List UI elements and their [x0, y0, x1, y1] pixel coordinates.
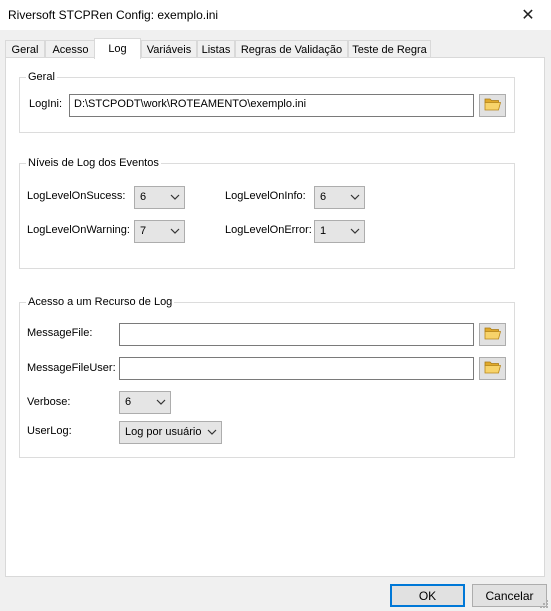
loglevel-onerror-value: 1: [320, 225, 327, 237]
window-title: Riversoft STCPRen Config: exemplo.ini: [8, 8, 219, 22]
loglevel-onsucess-select[interactable]: 6: [134, 186, 185, 209]
logini-browse-button[interactable]: [479, 94, 506, 117]
loglevel-onwarning-value: 7: [140, 225, 147, 237]
tab-geral[interactable]: Geral: [5, 40, 45, 58]
loglevel-onerror-select[interactable]: 1: [314, 220, 365, 243]
messagefile-field[interactable]: [119, 323, 474, 346]
group-geral: Geral LogIni: D:\STCPODT\work\ROTEAMENTO…: [19, 70, 515, 133]
tab-teste-de-regra[interactable]: Teste de Regra: [348, 40, 431, 58]
loglevel-oninfo-select[interactable]: 6: [314, 186, 365, 209]
messagefile-browse-button[interactable]: [479, 323, 506, 346]
group-acesso-recurso-log: Acesso a um Recurso de Log MessageFile: …: [19, 295, 515, 458]
loglevel-onsucess-value: 6: [140, 191, 147, 203]
userlog-value: Log por usuário: [125, 426, 202, 438]
messagefileuser-label: MessageFileUser:: [27, 362, 116, 374]
messagefileuser-field[interactable]: [119, 357, 474, 380]
title-bar: Riversoft STCPRen Config: exemplo.ini ✕: [0, 0, 551, 30]
chevron-down-icon: [350, 194, 360, 200]
chevron-down-icon: [156, 399, 166, 405]
group-acesso-legend: Acesso a um Recurso de Log: [26, 295, 175, 309]
close-button[interactable]: ✕: [505, 0, 551, 30]
chevron-down-icon: [207, 429, 217, 435]
tab-acesso[interactable]: Acesso: [45, 40, 96, 58]
chevron-down-icon: [170, 194, 180, 200]
tab-listas[interactable]: Listas: [197, 40, 235, 58]
verbose-value: 6: [125, 396, 132, 408]
verbose-select[interactable]: 6: [119, 391, 171, 414]
ok-button[interactable]: OK: [390, 584, 465, 607]
cancel-button[interactable]: Cancelar: [472, 584, 547, 607]
resize-grip-icon[interactable]: [539, 599, 549, 609]
chevron-down-icon: [170, 228, 180, 234]
loglevel-onsucess-label: LogLevelOnSucess:: [27, 190, 126, 202]
group-niveis-log: Níveis de Log dos Eventos LogLevelOnSuce…: [19, 156, 515, 269]
messagefile-label: MessageFile:: [27, 327, 93, 339]
userlog-select[interactable]: Log por usuário: [119, 421, 222, 444]
logini-label: LogIni:: [29, 98, 63, 110]
tab-log[interactable]: Log: [94, 38, 141, 59]
tab-variaveis[interactable]: Variáveis: [141, 40, 197, 58]
userlog-label: UserLog:: [27, 425, 72, 437]
loglevel-oninfo-label: LogLevelOnInfo:: [225, 190, 306, 202]
messagefileuser-browse-button[interactable]: [479, 357, 506, 380]
loglevel-oninfo-value: 6: [320, 191, 327, 203]
tab-panel-log: Geral LogIni: D:\STCPODT\work\ROTEAMENTO…: [5, 57, 545, 577]
loglevel-onerror-label: LogLevelOnError:: [225, 224, 312, 236]
logini-field[interactable]: D:\STCPODT\work\ROTEAMENTO\exemplo.ini: [69, 94, 474, 117]
tab-regras-de-validacao[interactable]: Regras de Validação: [235, 40, 348, 58]
close-icon: ✕: [521, 7, 535, 24]
verbose-label: Verbose:: [27, 396, 71, 408]
folder-open-icon: [484, 326, 502, 343]
group-geral-legend: Geral: [26, 70, 57, 84]
loglevel-onwarning-select[interactable]: 7: [134, 220, 185, 243]
folder-open-icon: [484, 360, 502, 377]
chevron-down-icon: [350, 228, 360, 234]
folder-open-icon: [484, 97, 502, 114]
group-niveis-legend: Níveis de Log dos Eventos: [26, 156, 161, 170]
loglevel-onwarning-label: LogLevelOnWarning:: [27, 224, 130, 236]
